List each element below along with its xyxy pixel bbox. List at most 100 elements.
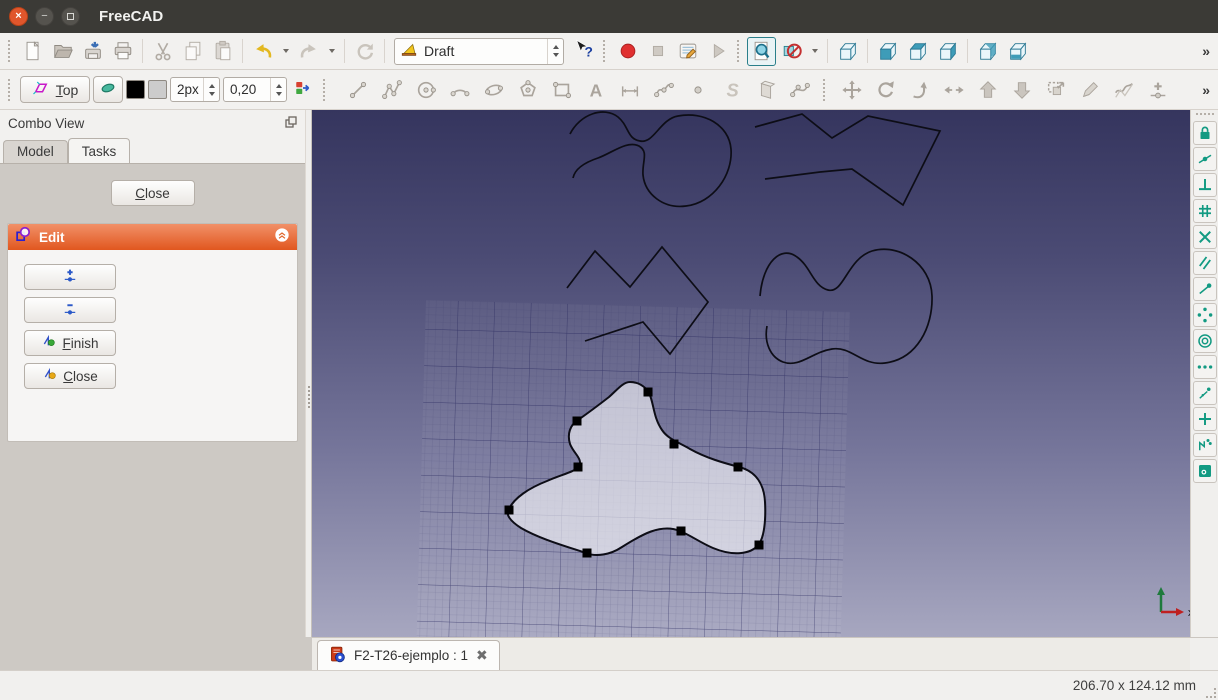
tab-tasks[interactable]: Tasks [68, 138, 131, 163]
move-button[interactable] [837, 75, 866, 104]
print-button[interactable] [108, 37, 137, 66]
add-point-button[interactable] [1143, 75, 1172, 104]
view-right-button[interactable] [933, 37, 962, 66]
bspline-control-point[interactable] [583, 549, 592, 558]
toolbar-overflow-button[interactable]: » [1198, 43, 1214, 59]
paste-button[interactable] [208, 37, 237, 66]
cut-button[interactable] [148, 37, 177, 66]
resize-grip[interactable] [1206, 688, 1216, 698]
text-button[interactable]: A [581, 75, 610, 104]
add-point-button[interactable] [24, 264, 116, 290]
snap-ortho-button[interactable] [1193, 407, 1217, 431]
toolbar-handle[interactable] [1196, 113, 1214, 115]
undo-button[interactable] [248, 37, 277, 66]
copy-button[interactable] [178, 37, 207, 66]
line-width-spinbox[interactable]: 2px [170, 77, 220, 102]
scale-button[interactable] [1041, 75, 1070, 104]
snap-center-button[interactable] [1193, 329, 1217, 353]
view-bottom-button[interactable] [1003, 37, 1032, 66]
redo-button[interactable] [294, 37, 323, 66]
tab-model[interactable]: Model [3, 140, 68, 163]
snap-grid-button[interactable] [1193, 199, 1217, 223]
bspline-control-point[interactable] [734, 463, 743, 472]
bspline-control-point[interactable] [670, 440, 679, 449]
3d-viewport[interactable]: x [312, 110, 1190, 637]
bspline-control-point[interactable] [644, 388, 653, 397]
ellipse-button[interactable] [479, 75, 508, 104]
toolbar-handle[interactable] [8, 79, 13, 101]
wire-button[interactable] [377, 75, 406, 104]
macro-edit-button[interactable] [673, 37, 702, 66]
snap-lock-button[interactable] [1193, 121, 1217, 145]
save-document-button[interactable] [78, 37, 107, 66]
task-close-button[interactable]: Close [111, 180, 195, 206]
document-tab-close-icon[interactable]: ✖ [476, 647, 488, 664]
bspline-control-point[interactable] [677, 527, 686, 536]
snap-endpoint-button[interactable] [1193, 277, 1217, 301]
circle-button[interactable] [411, 75, 440, 104]
snap-extension-button[interactable] [1193, 355, 1217, 379]
window-minimize-button[interactable]: − [35, 7, 54, 26]
bspline-control-point[interactable] [505, 506, 514, 515]
view-front-button[interactable] [873, 37, 902, 66]
bezier-button[interactable] [785, 75, 814, 104]
snap-working-plane-button[interactable] [1193, 459, 1217, 483]
workbench-spinner[interactable] [547, 39, 563, 64]
remove-point-button[interactable] [24, 297, 116, 323]
line-button[interactable] [343, 75, 372, 104]
rotate-button[interactable] [871, 75, 900, 104]
snap-near-button[interactable] [1193, 381, 1217, 405]
new-document-button[interactable] [18, 37, 47, 66]
workbench-selector[interactable]: Draft [394, 38, 564, 65]
upgrade-button[interactable] [973, 75, 1002, 104]
toolbar-handle[interactable] [323, 79, 328, 101]
edit-button[interactable] [1075, 75, 1104, 104]
snap-midpoint-button[interactable] [1193, 147, 1217, 171]
offset-button[interactable] [905, 75, 934, 104]
bspline-button[interactable] [649, 75, 678, 104]
autogroup-button[interactable] [290, 77, 316, 103]
edit-section-header[interactable]: Edit [8, 224, 297, 250]
panel-float-icon[interactable] [285, 116, 297, 131]
wire-to-bspline-button[interactable] [1109, 75, 1138, 104]
toolbar-handle[interactable] [8, 40, 13, 62]
view-axonometric-button[interactable] [833, 37, 862, 66]
snap-perpendicular-button[interactable] [1193, 173, 1217, 197]
snap-parallel-button[interactable] [1193, 251, 1217, 275]
macro-stop-button[interactable] [643, 37, 672, 66]
snap-intersection-button[interactable] [1193, 225, 1217, 249]
working-plane-button[interactable]: Top [20, 76, 90, 103]
whatsthis-button[interactable]: ? [569, 37, 598, 66]
face-color-swatch[interactable] [148, 80, 167, 99]
polygon-button[interactable] [513, 75, 542, 104]
toolbar-handle[interactable] [823, 79, 828, 101]
macro-play-button[interactable] [703, 37, 732, 66]
bspline-control-point[interactable] [574, 463, 583, 472]
global-scale-spinbox[interactable]: 0,20 [223, 77, 287, 102]
shapestring-button[interactable]: S [717, 75, 746, 104]
point-button[interactable] [683, 75, 712, 104]
draw-style-menu-button[interactable] [807, 37, 822, 66]
open-document-button[interactable] [48, 37, 77, 66]
finish-editing-button[interactable]: Finish [24, 330, 116, 356]
bspline-control-point[interactable] [573, 417, 582, 426]
snap-angle-button[interactable] [1193, 303, 1217, 327]
dimension-button[interactable] [615, 75, 644, 104]
rectangle-button[interactable] [547, 75, 576, 104]
panel-splitter[interactable] [305, 110, 312, 637]
document-tab[interactable]: F2-T26-ejemplo : 1 ✖ [317, 640, 500, 670]
bspline-control-point[interactable] [755, 541, 764, 550]
arc-button[interactable] [445, 75, 474, 104]
construction-mode-button[interactable] [93, 76, 123, 103]
toolbar-handle[interactable] [737, 40, 742, 62]
collapse-section-icon[interactable] [274, 227, 290, 248]
redo-menu-button[interactable] [324, 37, 339, 66]
line-color-swatch[interactable] [126, 80, 145, 99]
facebinder-button[interactable] [751, 75, 780, 104]
window-maximize-button[interactable] [61, 7, 80, 26]
trim-extend-button[interactable] [939, 75, 968, 104]
downgrade-button[interactable] [1007, 75, 1036, 104]
view-rear-button[interactable] [973, 37, 1002, 66]
fit-all-button[interactable] [747, 37, 776, 66]
macro-record-button[interactable] [613, 37, 642, 66]
